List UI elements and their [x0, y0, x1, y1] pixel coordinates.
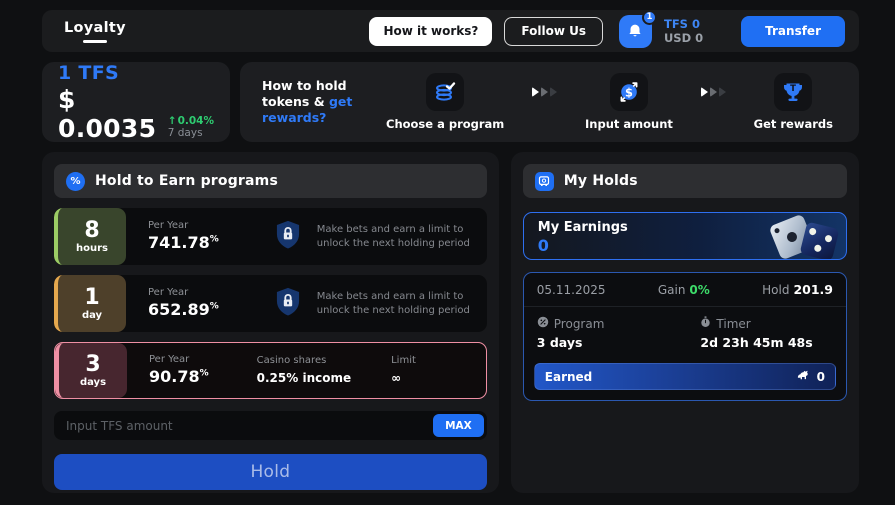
- gain-value: 0%: [689, 283, 709, 297]
- token-price-card: 1 TFS $ 0.0035 0.04% 7 days: [42, 62, 230, 142]
- tab-loyalty-label: Loyalty: [64, 20, 126, 36]
- dollar-exchange-icon: $: [610, 73, 648, 111]
- max-button[interactable]: MAX: [433, 414, 484, 437]
- onboarding-card: How to hold tokens & get rewards? Choose…: [240, 62, 859, 142]
- timer-icon: [700, 316, 711, 333]
- token-price: $ 0.0035: [58, 85, 160, 143]
- follow-us-button[interactable]: Follow Us: [504, 17, 603, 46]
- dice-image: [758, 213, 844, 260]
- per-year-label: Per Year: [148, 287, 219, 300]
- tab-loyalty[interactable]: Loyalty: [64, 20, 126, 43]
- earned-bar: Earned 0: [534, 363, 836, 390]
- usd-balance: USD 0: [664, 31, 703, 45]
- duration-value: 1: [84, 287, 99, 309]
- hold-to-earn-title: Hold to Earn programs: [95, 173, 278, 189]
- step-label: Choose a program: [386, 117, 504, 131]
- lock-shield-icon: [273, 219, 303, 255]
- stats-row: 1 TFS $ 0.0035 0.04% 7 days How to hold …: [42, 62, 859, 142]
- amount-input-row: MAX: [54, 411, 487, 440]
- casino-shares-label: Casino shares: [257, 355, 351, 368]
- how-it-works-button[interactable]: How it works?: [369, 17, 492, 46]
- top-nav: Loyalty How it works? Follow Us 1 TFS 0 …: [42, 10, 859, 52]
- per-year-label: Per Year: [149, 354, 209, 367]
- duration-unit: days: [80, 378, 106, 388]
- hold-entry-summary: 05.11.2025 Gain0% Hold 201.9: [524, 273, 846, 307]
- duration-value: 8: [84, 220, 99, 242]
- duration-value: 3: [85, 354, 100, 376]
- step-arrow-icon: [701, 87, 726, 97]
- tfs-balance: TFS 0: [664, 17, 703, 31]
- program-label: Program: [554, 316, 605, 333]
- duration-badge: 8 hours: [54, 208, 126, 265]
- active-tab-indicator: [83, 40, 107, 43]
- casino-shares-value: 0.25% income: [257, 371, 351, 386]
- loyalty-page: Loyalty How it works? Follow Us 1 TFS 0 …: [0, 0, 895, 493]
- duration-badge: 3 days: [55, 343, 127, 398]
- percent-sign: %: [200, 369, 209, 379]
- duration-unit: hours: [76, 244, 108, 254]
- tfs-amount-input[interactable]: [54, 419, 433, 433]
- top-nav-actions: How it works? Follow Us 1 TFS 0 USD 0 Tr…: [369, 15, 845, 48]
- step-choose-program: Choose a program: [386, 73, 504, 131]
- my-holds-panel: My Holds My Earnings 0: [511, 152, 859, 493]
- price-period: 7 days: [168, 127, 214, 139]
- earned-label: Earned: [545, 370, 592, 384]
- hold-date: 05.11.2025: [537, 283, 606, 297]
- my-holds-title: My Holds: [564, 173, 638, 189]
- hold-amount-value: 201.9: [793, 282, 833, 297]
- my-holds-header: My Holds: [523, 164, 847, 198]
- lock-shield-icon: [273, 286, 303, 322]
- gain-label: Gain: [658, 283, 686, 297]
- notifications-button[interactable]: 1: [619, 15, 652, 48]
- per-year-label: Per Year: [148, 220, 219, 233]
- timer-label: Timer: [716, 316, 750, 333]
- program-row-1-day[interactable]: 1 day Per Year 652.89% Make bets and ear…: [54, 275, 487, 332]
- duration-badge: 1 day: [54, 275, 126, 332]
- transfer-button[interactable]: Transfer: [741, 16, 845, 47]
- locked-description: Make bets and earn a limit to unlock the…: [317, 290, 487, 317]
- hold-button[interactable]: Hold: [54, 454, 487, 490]
- lion-token-icon: [796, 369, 811, 385]
- token-name: 1 TFS: [58, 62, 214, 84]
- onboarding-title: How to hold tokens & get rewards?: [262, 78, 362, 127]
- program-value: 3 days: [537, 334, 605, 352]
- apy-value: 90.78: [149, 367, 200, 386]
- program-row-3-days-selected[interactable]: 3 days Per Year 90.78% Casino shares 0.2…: [54, 342, 487, 399]
- safe-icon: [535, 172, 554, 191]
- onboarding-steps: Choose a program $ Input amount: [362, 73, 833, 131]
- step-arrow-icon: [532, 87, 557, 97]
- earned-value: 0: [817, 370, 825, 384]
- program-percent-icon: [537, 316, 549, 333]
- my-earnings-card: My Earnings 0: [523, 212, 847, 260]
- timer-value: 2d 23h 45m 48s: [700, 334, 812, 352]
- duration-unit: day: [82, 311, 102, 321]
- main-content: % Hold to Earn programs 8 hours Per Year…: [42, 152, 859, 493]
- hold-entry-card[interactable]: 05.11.2025 Gain0% Hold201.9 P: [523, 272, 847, 401]
- trophy-icon: T: [774, 73, 812, 111]
- step-get-rewards: T Get rewards: [754, 73, 833, 131]
- hold-to-earn-header: % Hold to Earn programs: [54, 164, 487, 198]
- notification-badge: 1: [642, 10, 657, 25]
- hold-entry-details: Program 3 days Timer 2d 23h 45m 48s: [524, 307, 846, 355]
- wallet-balances[interactable]: TFS 0 USD 0: [664, 17, 703, 46]
- program-row-8-hours[interactable]: 8 hours Per Year 741.78% Make bets and e…: [54, 208, 487, 265]
- svg-text:$: $: [625, 85, 633, 99]
- percent-sign: %: [210, 235, 219, 245]
- step-input-amount: $ Input amount: [585, 73, 673, 131]
- coins-check-icon: [426, 73, 464, 111]
- step-label: Input amount: [585, 117, 673, 131]
- limit-label: Limit: [391, 355, 416, 368]
- percent-circle-icon: %: [66, 172, 85, 191]
- limit-value: ∞: [391, 371, 416, 386]
- locked-description: Make bets and earn a limit to unlock the…: [317, 223, 487, 250]
- hold-amount-label: Hold: [762, 283, 789, 297]
- apy-value: 741.78: [148, 233, 210, 252]
- price-change: 0.04%: [168, 115, 214, 127]
- percent-sign: %: [210, 302, 219, 312]
- apy-value: 652.89: [148, 300, 210, 319]
- hold-to-earn-panel: % Hold to Earn programs 8 hours Per Year…: [42, 152, 499, 493]
- step-label: Get rewards: [754, 117, 833, 131]
- svg-text:T: T: [790, 84, 796, 94]
